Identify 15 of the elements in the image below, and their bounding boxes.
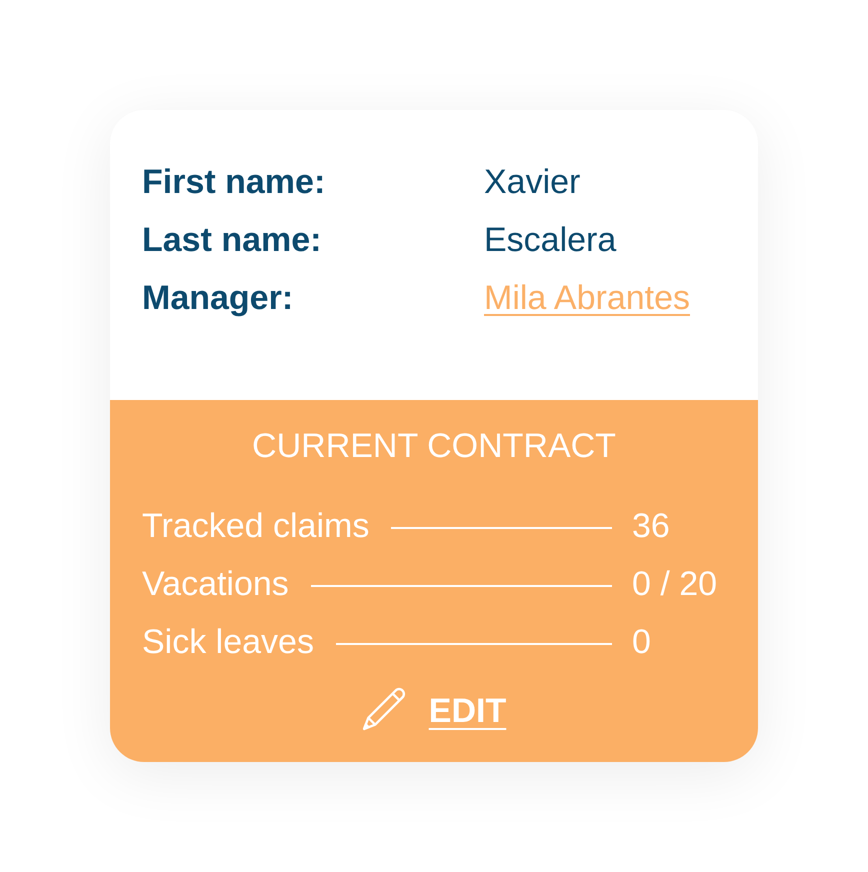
edit-link[interactable]: EDIT bbox=[362, 682, 506, 740]
field-label: Last name: bbox=[142, 220, 322, 261]
manager-link[interactable]: Mila Abrantes bbox=[484, 269, 690, 327]
stat-label: Tracked claims bbox=[142, 506, 370, 547]
stat-label: Vacations bbox=[142, 564, 289, 605]
pencil-icon bbox=[362, 687, 406, 731]
stat-value: 0 / 20 bbox=[632, 564, 718, 605]
stat-label: Sick leaves bbox=[142, 622, 314, 663]
field-label: Manager: bbox=[142, 278, 294, 319]
field-value: Xavier bbox=[484, 162, 580, 203]
field-label: First name: bbox=[142, 162, 326, 203]
stat-value: 0 bbox=[632, 622, 652, 663]
section-title: CURRENT CONTRACT bbox=[251, 426, 617, 467]
stat-value: 36 bbox=[632, 506, 671, 547]
field-value: Escalera bbox=[484, 220, 616, 261]
